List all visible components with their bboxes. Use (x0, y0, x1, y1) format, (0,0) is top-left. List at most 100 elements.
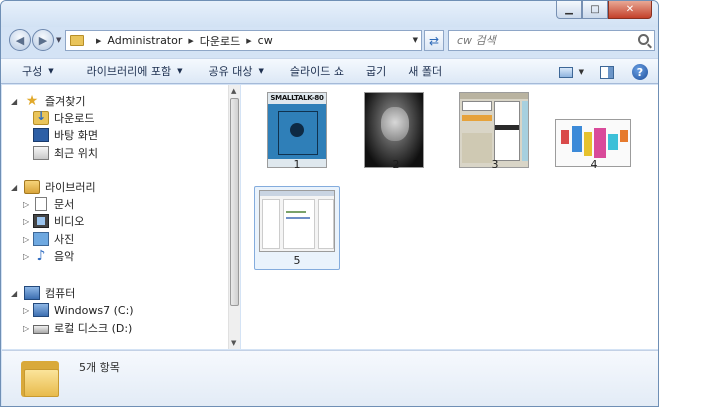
collapse-triangle-icon[interactable]: ◢ (11, 289, 17, 298)
thumbnail-portrait-face (381, 107, 409, 141)
star-icon: ★ (25, 93, 39, 109)
nav-favorites-label: 즐겨찾기 (45, 95, 86, 108)
nav-computer[interactable]: 컴퓨터 (24, 284, 75, 302)
nav-item-videos[interactable]: 비디오 (33, 212, 84, 230)
slideshow-button[interactable]: 슬라이드 쇼 (276, 63, 356, 79)
breadcrumb-chevron-icon[interactable]: ▶ (96, 37, 101, 45)
nav-item-label: Windows7 (C:) (54, 303, 134, 317)
expand-triangle-icon[interactable]: ▷ (23, 200, 29, 209)
file-name: 3 (491, 158, 499, 171)
hard-drive-icon (33, 325, 49, 334)
slideshow-label: 슬라이드 쇼 (289, 65, 344, 78)
search-input[interactable] (457, 34, 627, 47)
expand-triangle-icon[interactable]: ▷ (23, 217, 29, 226)
include-library-button[interactable]: 라이브러리에 포함 ▼ (66, 63, 195, 79)
refresh-button[interactable]: ⇄ (424, 30, 444, 51)
collapse-triangle-icon[interactable]: ◢ (11, 183, 17, 192)
details-pane: 5개 항목 (2, 350, 658, 406)
new-folder-button[interactable]: 새 폴더 (398, 63, 454, 79)
nav-item-drive-d[interactable]: 로컬 디스크 (D:) (33, 319, 132, 337)
organize-button[interactable]: 구성 ▼ (1, 63, 66, 79)
scrollbar-thumb[interactable] (230, 98, 239, 306)
expand-triangle-icon[interactable]: ▷ (23, 252, 29, 261)
thumbnail-artwork (460, 93, 528, 99)
file-name: 2 (392, 158, 400, 171)
nav-item-label: 바탕 화면 (54, 129, 98, 142)
expand-triangle-icon[interactable]: ▷ (23, 324, 29, 333)
close-button[interactable]: ✕ (608, 1, 652, 19)
new-folder-label: 새 폴더 (408, 65, 443, 78)
chevron-down-icon: ▼ (177, 67, 183, 75)
title-bar: ▁ □ ✕ (1, 1, 658, 27)
music-note-icon: ♪ (36, 248, 46, 264)
documents-icon (35, 197, 47, 211)
preview-pane-icon[interactable] (600, 65, 614, 79)
breadcrumb-chevron-icon[interactable]: ▶ (246, 37, 251, 45)
nav-item-label: 사진 (54, 233, 75, 246)
recent-pages-dropdown[interactable]: ▼ (56, 36, 61, 44)
file-item-5[interactable]: 5 (254, 186, 340, 270)
folder-icon-front (24, 369, 59, 397)
thumbnail-artwork (260, 191, 334, 196)
thumbnail-artwork (318, 199, 334, 249)
toolbar-right-group: ▼ ? (558, 59, 658, 85)
address-row: ◀ ▶ ▼ ▶ Administrator ▶ 다운로드 ▶ cw ▼ ⇄ (1, 27, 658, 53)
refresh-icon: ⇄ (428, 33, 440, 48)
breadcrumb-cw[interactable]: cw (258, 34, 273, 47)
search-icon[interactable] (638, 34, 649, 45)
file-item-4[interactable]: 4 (551, 89, 637, 173)
help-icon[interactable]: ? (632, 64, 648, 80)
recent-places-icon (33, 146, 49, 160)
file-name: 5 (293, 254, 301, 267)
share-button[interactable]: 공유 대상 ▼ (195, 63, 276, 79)
navigation-pane-scrollbar[interactable]: ▲ ▼ (228, 85, 240, 349)
file-item-2[interactable]: 2 (353, 89, 439, 173)
expand-triangle-icon[interactable]: ▷ (23, 306, 29, 315)
desktop-icon (33, 128, 49, 142)
arrow-left-icon: ◀ (15, 33, 25, 47)
file-thumbnail (259, 190, 335, 252)
thumbnail-artwork (283, 199, 315, 249)
chevron-down-icon: ▼ (258, 67, 264, 75)
nav-item-music[interactable]: ♪ 음악 (33, 247, 75, 265)
thumbnail-artwork (594, 128, 606, 158)
explorer-window: ▁ □ ✕ ◀ ▶ ▼ ▶ Administrator ▶ 다운로드 ▶ cw … (0, 0, 659, 407)
nav-item-downloads[interactable]: 다운로드 (33, 109, 94, 127)
forward-button[interactable]: ▶ (32, 29, 54, 51)
downloads-folder-icon (33, 109, 49, 125)
address-bar[interactable]: ▶ Administrator ▶ 다운로드 ▶ cw ▼ (65, 30, 422, 51)
nav-item-desktop[interactable]: 바탕 화면 (33, 126, 98, 144)
file-item-1[interactable]: SMALLTALK-80 1 (254, 89, 340, 173)
burn-button[interactable]: 굽기 (356, 63, 398, 79)
item-count: 5개 항목 (79, 361, 120, 374)
search-box[interactable] (448, 30, 655, 51)
file-name: 4 (590, 158, 598, 171)
back-button[interactable]: ◀ (9, 29, 31, 51)
nav-item-pictures[interactable]: 사진 (33, 230, 74, 248)
nav-item-label: 문서 (54, 198, 75, 211)
minimize-button[interactable]: ▁ (556, 1, 582, 19)
view-options-dropdown[interactable]: ▼ (579, 68, 584, 76)
nav-item-drive-c[interactable]: Windows7 (C:) (33, 301, 134, 319)
nav-item-recent[interactable]: 최근 위치 (33, 144, 98, 162)
scroll-up-arrow-icon[interactable]: ▲ (231, 87, 236, 95)
file-list: SMALLTALK-80 1 2 3 4 5 (241, 85, 658, 349)
file-item-3[interactable]: 3 (452, 89, 538, 173)
scroll-down-arrow-icon[interactable]: ▼ (231, 339, 236, 347)
change-view-icon[interactable] (558, 66, 573, 78)
collapse-triangle-icon[interactable]: ◢ (11, 97, 17, 106)
breadcrumb-chevron-icon[interactable]: ▶ (188, 37, 193, 45)
thumbnail-artwork (286, 217, 310, 219)
nav-favorites[interactable]: ★ 즐겨찾기 (24, 92, 86, 110)
nav-libraries[interactable]: 라이브러리 (24, 178, 96, 196)
expand-triangle-icon[interactable]: ▷ (23, 235, 29, 244)
thumbnail-artwork (572, 126, 582, 152)
nav-item-label: 다운로드 (54, 112, 95, 125)
thumbnail-artwork (620, 130, 628, 142)
breadcrumb-downloads[interactable]: 다운로드 (200, 33, 240, 49)
address-history-dropdown[interactable]: ▼ (413, 36, 418, 44)
breadcrumb-administrator[interactable]: Administrator (107, 34, 182, 47)
pictures-icon (33, 232, 49, 246)
nav-item-documents[interactable]: 문서 (33, 195, 74, 213)
maximize-button[interactable]: □ (582, 1, 608, 19)
